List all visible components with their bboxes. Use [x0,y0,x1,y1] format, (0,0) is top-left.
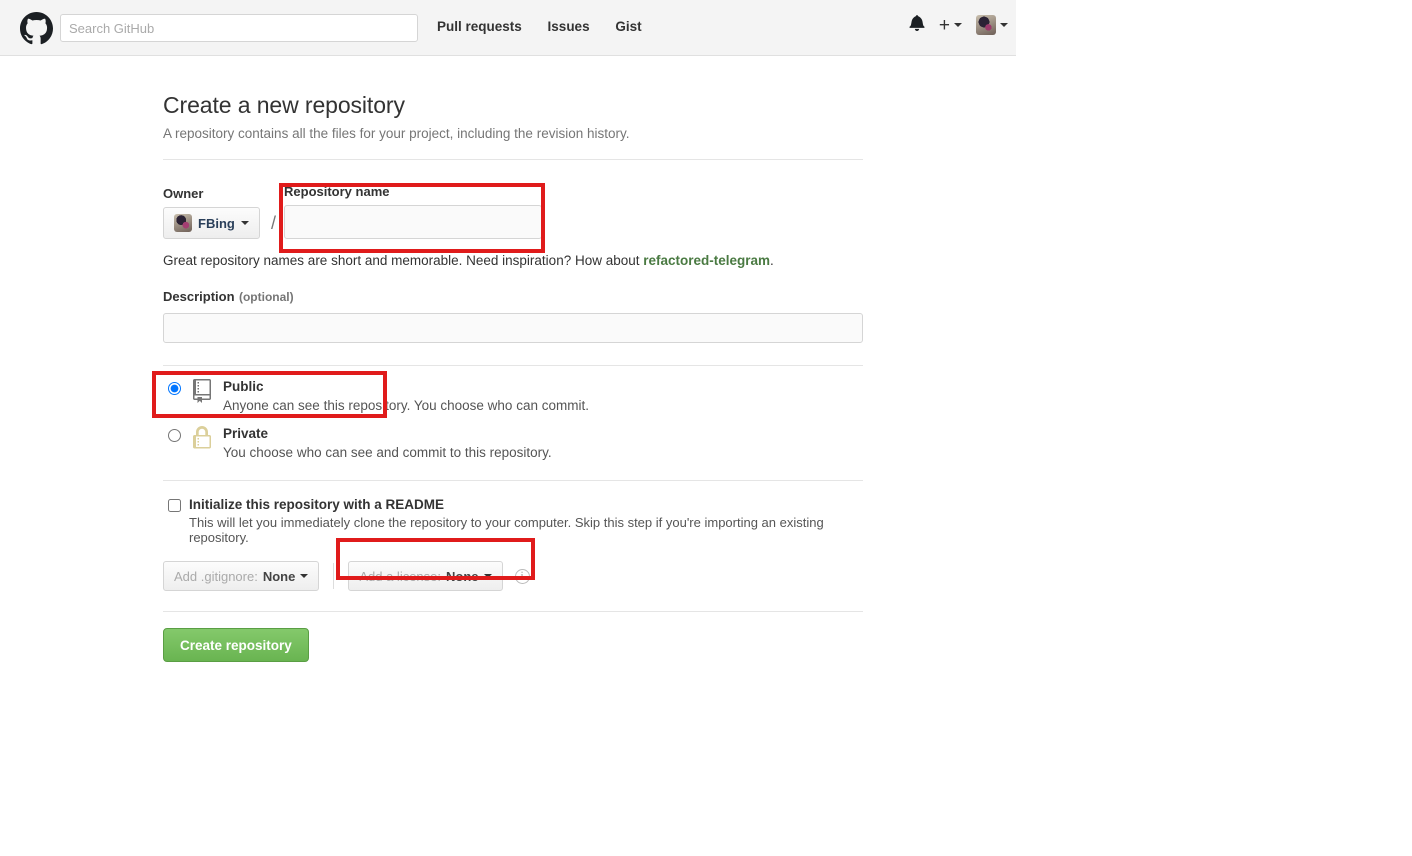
repo-book-icon [191,378,217,408]
nav-issues[interactable]: Issues [548,19,590,34]
description-optional-tag: (optional) [238,290,294,304]
plus-icon: + [938,14,950,36]
readme-description: This will let you immediately clone the … [189,515,824,545]
create-new-menu[interactable]: + [939,16,962,35]
public-description: Anyone can see this repository. You choo… [223,398,589,413]
hint-text: Great repository names are short and mem… [163,253,644,268]
header-right-controls: + [909,14,1008,36]
readme-title: Initialize this repository with a README [189,497,445,512]
public-radio[interactable] [168,382,181,395]
private-radio[interactable] [168,429,181,442]
header-nav: Pull requests Issues Gist [437,19,664,34]
repository-name-hint: Great repository names are short and mem… [163,253,863,268]
owner-name: FBing [198,215,235,231]
chevron-down-icon [483,574,492,578]
path-separator: / [271,213,277,233]
chevron-down-icon [1000,23,1008,27]
divider [333,563,335,589]
readme-checkbox[interactable] [168,499,181,512]
repository-name-input[interactable] [284,205,543,239]
template-buttons-row: Add .gitignore: None Add a license: None… [163,561,863,591]
license-dropdown[interactable]: Add a license: None [348,561,503,591]
readme-section: Initialize this repository with a README… [163,497,863,545]
page-title: Create a new repository [163,92,405,118]
hint-period: . [770,253,774,268]
gitignore-label: Add .gitignore: [174,568,258,584]
private-title: Private [223,426,269,441]
description-field: Description (optional) [163,288,863,343]
public-title: Public [223,379,264,394]
suggested-name-link[interactable]: refactored-telegram [643,253,770,268]
owner-label: Owner [163,186,204,201]
info-icon[interactable]: i [514,568,530,584]
visibility-option-private[interactable]: Private You choose who can see and commi… [163,413,863,460]
readme-option[interactable]: Initialize this repository with a README [163,497,863,512]
chevron-down-icon [954,23,962,27]
bell-icon[interactable] [909,14,925,36]
divider [163,159,863,160]
chevron-down-icon [240,221,249,225]
owner-dropdown[interactable]: FBing [163,207,260,239]
license-label: Add a license: [359,568,442,584]
visibility-options: Public Anyone can see this repository. Y… [163,366,863,460]
page-subtitle: A repository contains all the files for … [163,126,630,141]
divider [163,480,863,481]
nav-gist[interactable]: Gist [615,19,641,34]
repository-name-label: Repository name [284,184,390,199]
main-content: Create a new repository A repository con… [163,56,863,662]
avatar [174,214,192,232]
chevron-down-icon [300,574,309,578]
private-description: You choose who can see and commit to thi… [223,445,552,460]
search-input[interactable] [60,14,418,42]
license-value: None [446,568,479,584]
user-menu[interactable] [976,15,1008,35]
avatar [976,15,996,35]
lock-icon [191,425,217,455]
repository-name-field: Repository name [284,184,543,239]
nav-pull-requests[interactable]: Pull requests [437,19,522,34]
github-octocat-logo[interactable] [20,12,53,45]
owner-and-name-row: Owner FBing / Repository name [163,184,863,239]
create-repository-button[interactable]: Create repository [163,628,309,662]
global-header: Pull requests Issues Gist + [0,0,1016,56]
description-input[interactable] [163,313,863,343]
owner-field: Owner FBing [163,186,263,239]
divider [163,611,863,612]
description-label: Description [163,289,235,304]
gitignore-dropdown[interactable]: Add .gitignore: None [163,561,320,591]
gitignore-value: None [262,568,296,584]
visibility-option-public[interactable]: Public Anyone can see this repository. Y… [163,366,863,413]
